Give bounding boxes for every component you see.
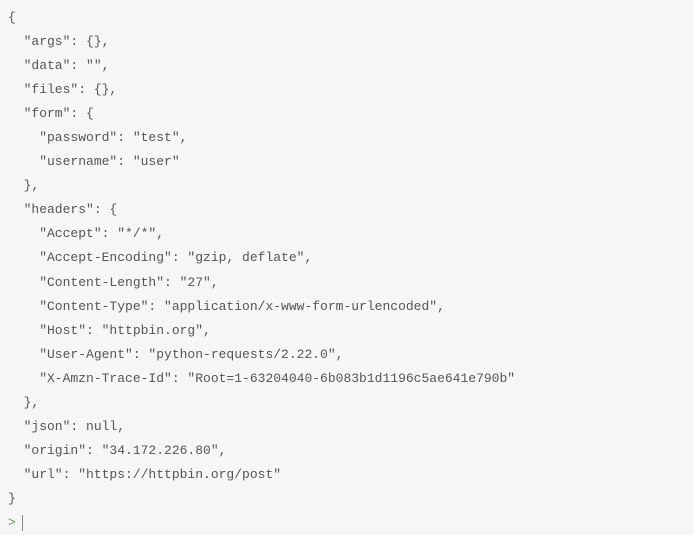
prompt-line[interactable]: > — [8, 511, 686, 535]
cursor-icon — [22, 515, 23, 531]
code-output: { "args": {}, "data": "", "files": {}, "… — [8, 6, 686, 511]
prompt-symbol: > — [8, 511, 16, 535]
